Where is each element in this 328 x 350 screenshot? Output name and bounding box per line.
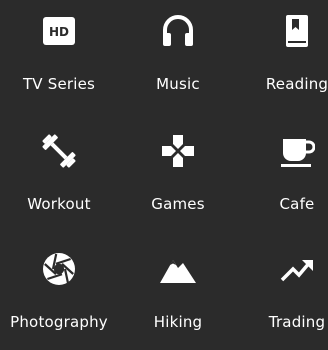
mountains-icon (160, 251, 196, 287)
gamepad-icon (160, 133, 196, 169)
category-label: TV Series (22, 75, 96, 93)
book-icon (279, 13, 315, 49)
category-tv-series[interactable]: HD TV Series (9, 2, 109, 112)
category-music[interactable]: Music (128, 2, 228, 112)
camera-aperture-icon (41, 251, 77, 287)
headphones-icon (160, 13, 196, 49)
category-trading[interactable]: Trading (247, 240, 328, 350)
category-reading[interactable]: Reading (247, 2, 328, 112)
hd-icon: HD (41, 13, 77, 49)
category-label: Games (151, 195, 205, 213)
svg-text:HD: HD (49, 25, 69, 39)
category-label: Workout (27, 195, 91, 213)
category-cafe[interactable]: Cafe (247, 122, 328, 232)
category-label: Cafe (279, 195, 315, 213)
category-hiking[interactable]: Hiking (128, 240, 228, 350)
category-workout[interactable]: Workout (9, 122, 109, 232)
category-games[interactable]: Games (128, 122, 228, 232)
trending-up-icon (279, 251, 315, 287)
dumbbell-icon (41, 133, 77, 169)
category-photography[interactable]: Photography (9, 240, 109, 350)
coffee-cup-icon (279, 133, 315, 169)
category-label: Music (156, 75, 200, 93)
category-label: Reading (265, 75, 328, 93)
